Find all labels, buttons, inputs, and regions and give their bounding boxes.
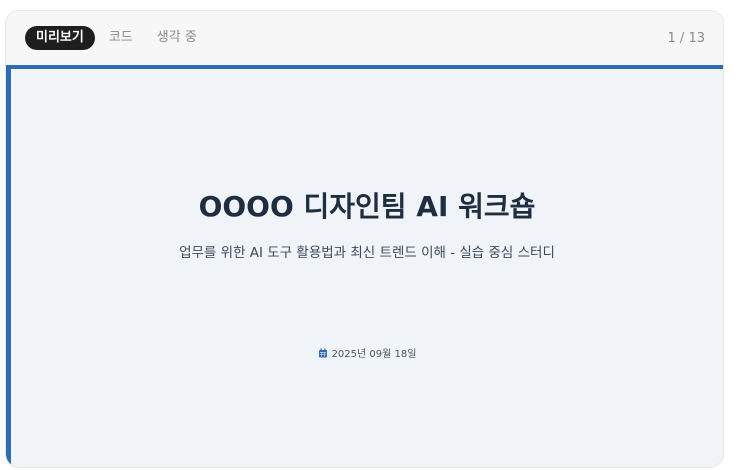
tab-thinking[interactable]: 생각 중 bbox=[147, 26, 207, 50]
top-bar: 미리보기 코드 생각 중 1 / 13 bbox=[6, 11, 723, 65]
slide-date-text: 2025년 09월 18일 bbox=[331, 349, 417, 360]
slide-date: 2025년 09월 18일 bbox=[11, 345, 723, 360]
slide-preview: OOOO 디자인팀 AI 워크숍 업무를 위한 AI 도구 활용법과 최신 트렌… bbox=[6, 65, 723, 467]
tab-bar: 미리보기 코드 생각 중 bbox=[25, 26, 207, 50]
calendar-icon bbox=[318, 348, 327, 357]
tab-code[interactable]: 코드 bbox=[99, 26, 143, 50]
page-counter: 1 / 13 bbox=[667, 30, 705, 46]
tab-preview[interactable]: 미리보기 bbox=[25, 26, 95, 50]
slide-subtitle: 업무를 위한 AI 도구 활용법과 최신 트렌드 이해 - 실습 중심 스터디 bbox=[179, 245, 555, 261]
slide-title: OOOO 디자인팀 AI 워크숍 bbox=[198, 190, 536, 223]
preview-window: 미리보기 코드 생각 중 1 / 13 OOOO 디자인팀 AI 워크숍 업무를… bbox=[5, 10, 724, 468]
